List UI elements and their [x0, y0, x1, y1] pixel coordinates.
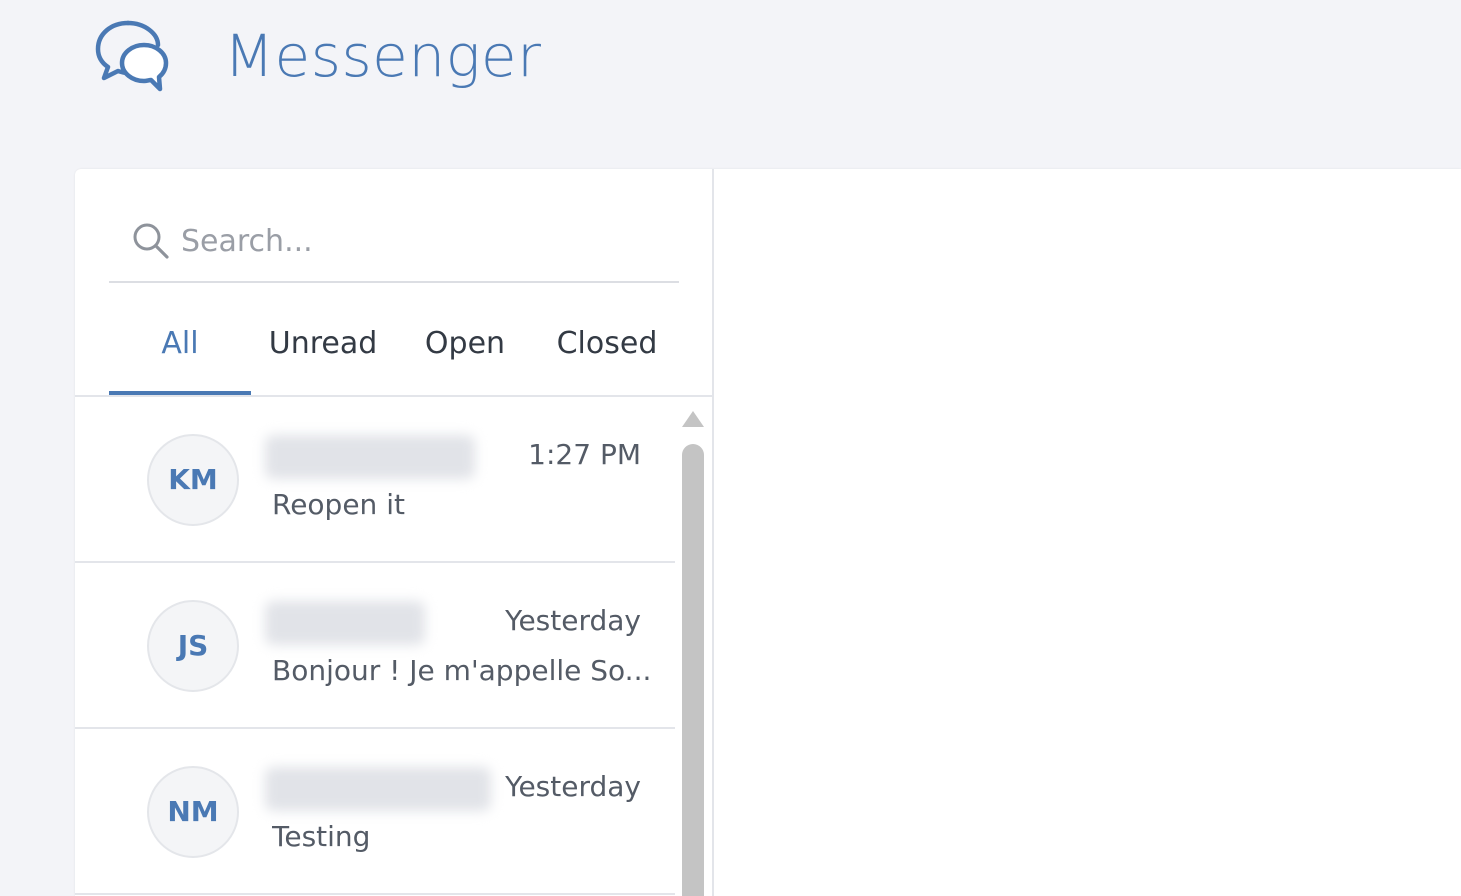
messenger-panel: All Unread Open Closed KM 1:27 PM [75, 169, 1461, 896]
conversation-view [714, 169, 1461, 896]
conversation-list: KM 1:27 PM Reopen it JS Yesterday Bonjou… [75, 397, 675, 896]
message-preview: Reopen it [272, 488, 405, 521]
tab-label: Closed [556, 326, 658, 361]
conversation-item[interactable]: NM Yesterday Testing [75, 729, 675, 895]
avatar: NM [147, 766, 239, 858]
tab-open[interactable]: Open [399, 319, 531, 395]
app-header: Messenger [0, 0, 1461, 120]
tab-label: Unread [268, 326, 378, 361]
contact-name-redacted [265, 601, 425, 645]
messenger-app: Messenger All Unread Open [0, 0, 1461, 896]
tab-label: All [161, 326, 199, 361]
conversation-time: Yesterday [505, 604, 641, 637]
conversation-item[interactable]: KM 1:27 PM Reopen it [75, 397, 675, 563]
contact-name-redacted [265, 767, 491, 811]
conversation-list-scrollbar[interactable] [679, 409, 707, 896]
conversation-sidebar: All Unread Open Closed KM 1:27 PM [75, 169, 714, 896]
scroll-up-arrow-icon[interactable] [682, 411, 704, 427]
search-input[interactable] [181, 217, 661, 265]
conversation-filter-tabs: All Unread Open Closed [109, 319, 679, 397]
conversation-time: Yesterday [505, 770, 641, 803]
message-preview: Testing [272, 820, 371, 853]
search-icon [133, 223, 169, 259]
tab-label: Open [424, 326, 506, 361]
chat-bubbles-icon [95, 20, 169, 92]
message-preview: Bonjour ! Je m'appelle So... [272, 654, 652, 687]
search-bar [109, 209, 679, 283]
tab-unread[interactable]: Unread [257, 319, 389, 395]
contact-name-redacted [265, 435, 475, 479]
avatar: JS [147, 600, 239, 692]
avatar: KM [147, 434, 239, 526]
scrollbar-thumb[interactable] [682, 444, 704, 896]
tab-all[interactable]: All [109, 319, 251, 395]
tab-closed[interactable]: Closed [541, 319, 673, 395]
app-title: Messenger [224, 22, 542, 90]
conversation-time: 1:27 PM [528, 438, 641, 471]
conversation-item[interactable]: JS Yesterday Bonjour ! Je m'appelle So..… [75, 563, 675, 729]
